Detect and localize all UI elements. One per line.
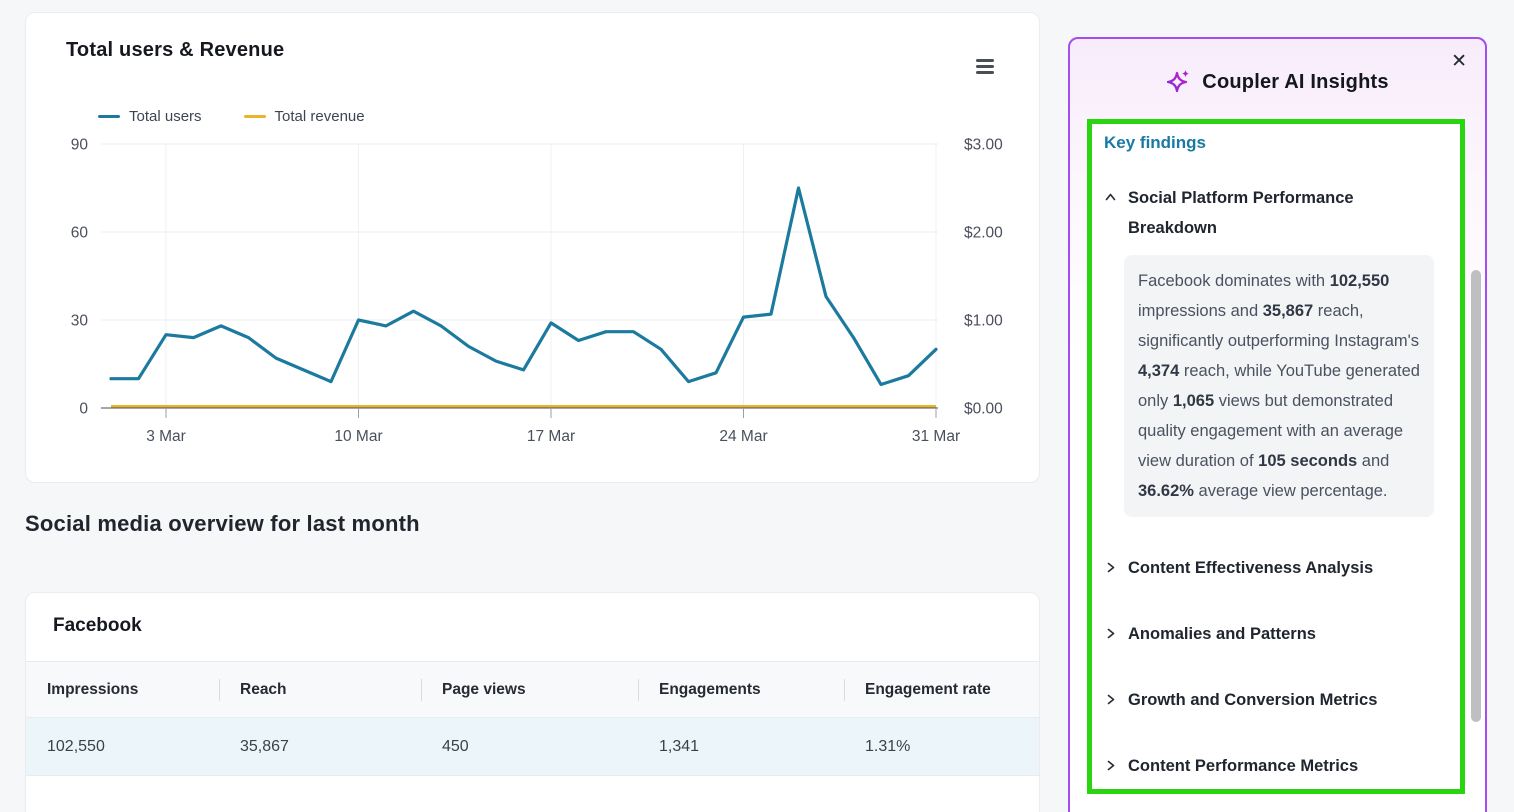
- ai-panel-header: Coupler AI Insights: [1070, 69, 1485, 95]
- svg-text:0: 0: [79, 401, 88, 418]
- chevron-right-icon: [1104, 759, 1117, 772]
- svg-text:$1.00: $1.00: [964, 313, 1003, 330]
- svg-text:$2.00: $2.00: [964, 225, 1003, 242]
- insight-section-anomalies-patterns[interactable]: Anomalies and Patterns: [1104, 619, 1448, 649]
- chevron-up-icon: [1104, 191, 1117, 204]
- svg-text:31 Mar: 31 Mar: [912, 428, 960, 445]
- insight-section-title: Content Effectiveness Analysis: [1128, 553, 1373, 583]
- cell-engagement-rate: 1.31%: [844, 718, 1039, 776]
- ai-panel-title: Coupler AI Insights: [1202, 71, 1388, 94]
- dashboard-page: Total users & Revenue Total users Total …: [0, 0, 1514, 812]
- line-chart: 0 $0.00 30 $1.00 60 $2.00 90 $3.00 3 Mar 10 Mar 17…: [26, 13, 1041, 484]
- cell-impressions: 102,550: [26, 718, 219, 776]
- cell-reach: 35,867: [219, 718, 421, 776]
- chart-card: Total users & Revenue Total users Total …: [25, 12, 1040, 483]
- svg-text:$0.00: $0.00: [964, 401, 1003, 418]
- insight-section-title: Content Performance Metrics: [1128, 751, 1358, 781]
- insight-section-body: Facebook dominates with 102,550 impressi…: [1124, 255, 1434, 517]
- section-heading: Social media overview for last month: [25, 511, 420, 537]
- column-divider: [219, 679, 220, 701]
- svg-text:3 Mar: 3 Mar: [146, 428, 186, 445]
- scrollbar-thumb[interactable]: [1471, 270, 1481, 722]
- column-divider: [421, 679, 422, 701]
- svg-text:60: 60: [71, 225, 89, 242]
- svg-text:17 Mar: 17 Mar: [527, 428, 575, 445]
- table-row: 102,550 35,867 450 1,341 1.31%: [26, 718, 1039, 776]
- insight-section-title: Anomalies and Patterns: [1128, 619, 1316, 649]
- svg-text:30: 30: [71, 313, 89, 330]
- svg-text:$3.00: $3.00: [964, 137, 1003, 154]
- chevron-right-icon: [1104, 627, 1117, 640]
- table-header-row: Impressions Reach Page views Engagements…: [26, 662, 1039, 718]
- col-header-reach: Reach: [219, 662, 421, 718]
- insight-section-title: Growth and Conversion Metrics: [1128, 685, 1377, 715]
- ai-insights-panel: ✕ Coupler AI Insights Key findings Socia…: [1068, 37, 1487, 812]
- col-header-engagements: Engagements: [638, 662, 844, 718]
- sparkle-icon: [1166, 69, 1192, 95]
- column-divider: [844, 679, 845, 701]
- insight-section-growth-conversion[interactable]: Growth and Conversion Metrics: [1104, 685, 1448, 715]
- facebook-metrics-table: Impressions Reach Page views Engagements…: [26, 661, 1039, 776]
- facebook-card: Facebook Impressions Reach Page views En…: [25, 592, 1040, 812]
- key-findings-heading: Key findings: [1104, 133, 1448, 153]
- cell-page-views: 450: [421, 718, 638, 776]
- insight-section-social-platform-performance[interactable]: Social Platform Performance Breakdown: [1104, 183, 1448, 243]
- chevron-right-icon: [1104, 693, 1117, 706]
- insight-section-content-effectiveness[interactable]: Content Effectiveness Analysis: [1104, 553, 1448, 583]
- svg-text:10 Mar: 10 Mar: [334, 428, 382, 445]
- svg-text:24 Mar: 24 Mar: [719, 428, 767, 445]
- col-header-impressions: Impressions: [26, 662, 219, 718]
- key-findings-highlight-box: Key findings Social Platform Performance…: [1087, 119, 1465, 794]
- col-header-engagement-rate: Engagement rate: [844, 662, 1039, 718]
- insight-section-title: Social Platform Performance Breakdown: [1128, 183, 1408, 243]
- facebook-card-title: Facebook: [53, 615, 142, 637]
- chevron-right-icon: [1104, 561, 1117, 574]
- cell-engagements: 1,341: [638, 718, 844, 776]
- insight-section-content-performance[interactable]: Content Performance Metrics: [1104, 751, 1448, 781]
- svg-text:90: 90: [71, 137, 89, 154]
- col-header-page-views: Page views: [421, 662, 638, 718]
- column-divider: [638, 679, 639, 701]
